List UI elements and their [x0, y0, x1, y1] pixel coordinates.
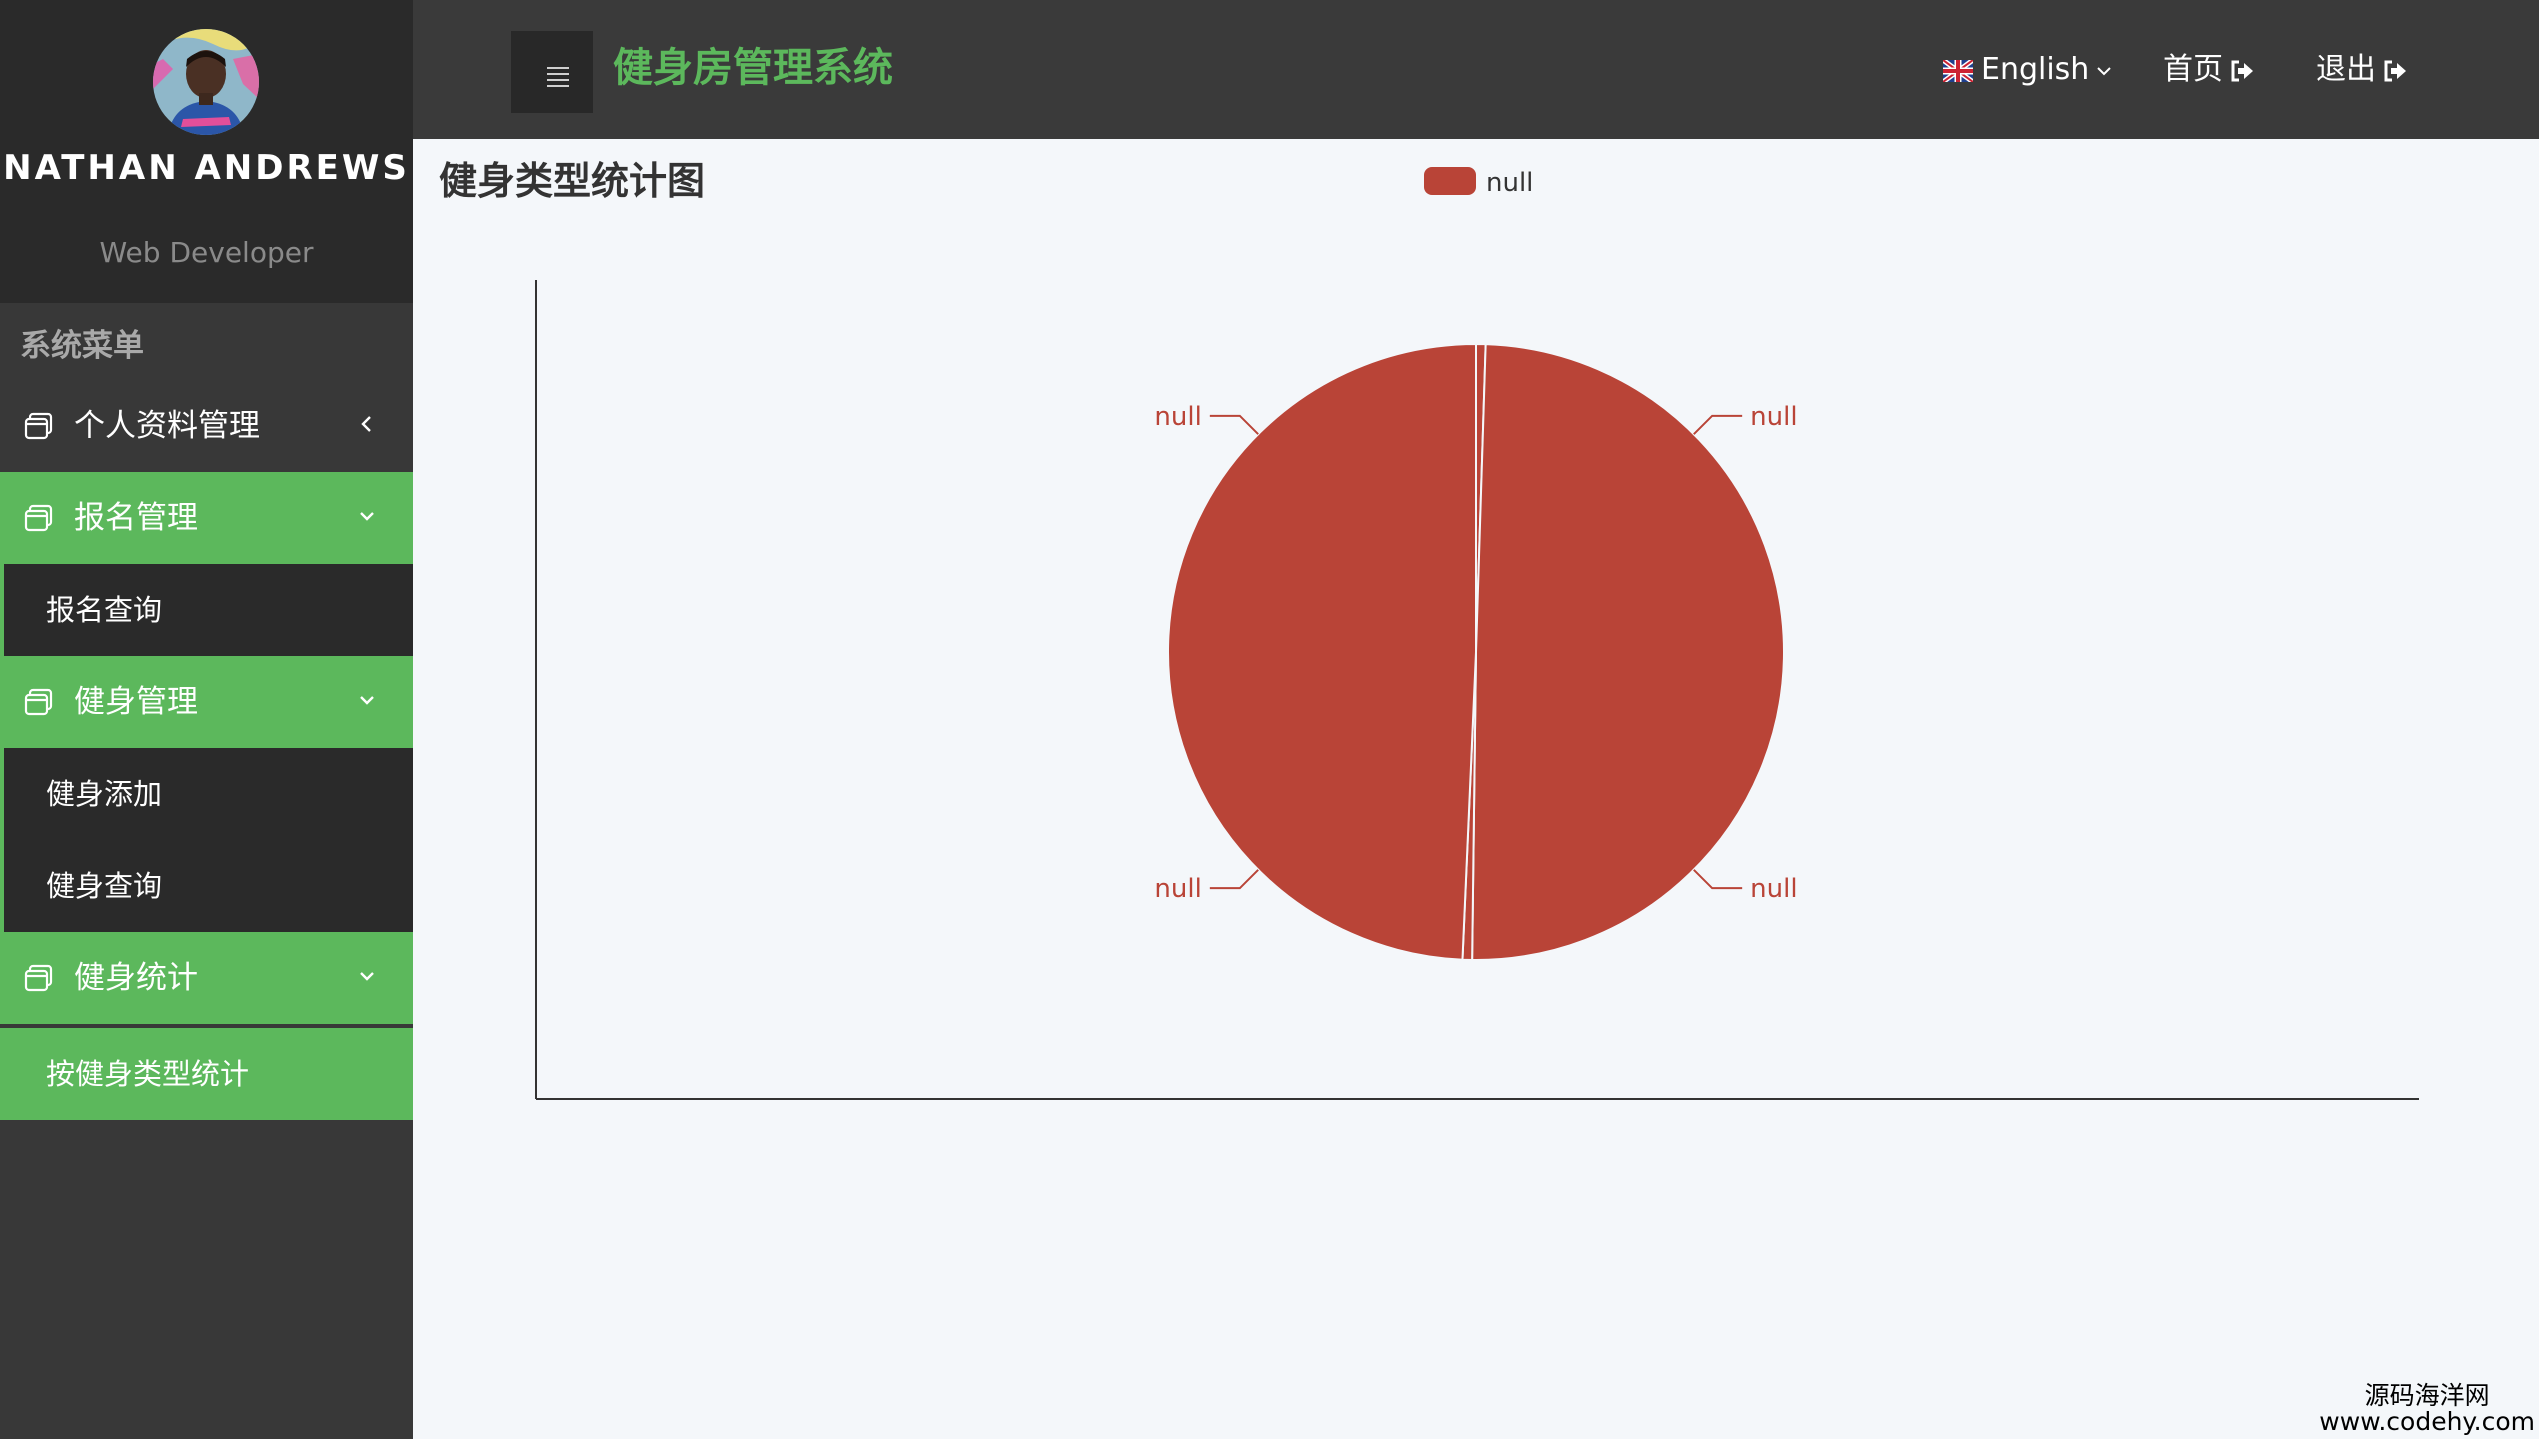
sign-out-icon [2384, 60, 2406, 81]
menu-item-label: 健身管理 [74, 684, 198, 720]
chevron-down-icon [360, 696, 374, 705]
sub-item-label: 报名查询 [46, 593, 163, 627]
avatar[interactable] [153, 29, 259, 135]
slice-label: null [1750, 402, 1797, 432]
legend-label: null [1486, 168, 1533, 198]
language-label: English [1981, 52, 2090, 87]
top-header: 健身房管理系统 English 首页 退出 [413, 0, 2539, 139]
pie-slice [1167, 342, 1477, 961]
sub-item-stats-by-type[interactable]: 按健身类型统计 [0, 1028, 413, 1120]
main-content: 健身类型统计图 null null null null null [413, 139, 2539, 1439]
menu-item-label: 个人资料管理 [74, 408, 260, 444]
chevron-down-icon [2097, 66, 2112, 75]
menu-item-signup-management[interactable]: 报名管理 [0, 472, 413, 564]
chevron-left-icon [361, 416, 371, 432]
slice-label: null [1154, 402, 1201, 432]
menu-item-fitness-statistics[interactable]: 健身统计 [0, 932, 413, 1024]
label-leader-line [1693, 869, 1743, 890]
logout-link[interactable]: 退出 [2316, 50, 2408, 90]
window-icon [24, 688, 53, 716]
menu-item-fitness-management[interactable]: 健身管理 [0, 656, 413, 748]
sub-item-label: 健身添加 [46, 777, 163, 811]
chevron-down-icon [360, 972, 374, 981]
hamburger-icon [547, 67, 569, 87]
uk-flag-icon [1943, 59, 1973, 82]
sub-item-fitness-query[interactable]: 健身查询 [0, 840, 413, 932]
logout-label: 退出 [2316, 52, 2376, 87]
profile-panel: NATHAN ANDREWS Web Developer [0, 0, 413, 303]
menu-toggle-button[interactable] [511, 31, 593, 113]
language-dropdown[interactable]: English [1943, 50, 2113, 90]
slice-label: null [1154, 874, 1201, 904]
watermark: 源码海洋网 www.codehy.com [2319, 1383, 2535, 1435]
home-link[interactable]: 首页 [2163, 50, 2255, 90]
sub-item-signup-query[interactable]: 报名查询 [0, 564, 413, 656]
menu-title: 系统菜单 [20, 328, 144, 364]
sub-item-label: 按健身类型统计 [46, 1057, 250, 1091]
watermark-line1: 源码海洋网 [2364, 1381, 2490, 1410]
label-leader-line [1693, 414, 1743, 435]
avatar-image [153, 29, 259, 135]
window-icon [24, 964, 53, 992]
legend-swatch [1424, 167, 1476, 195]
label-leader-line [1209, 414, 1259, 435]
menu-item-label: 健身统计 [74, 960, 198, 996]
profile-name: NATHAN ANDREWS [3, 148, 410, 188]
sub-item-label: 健身查询 [46, 869, 163, 903]
menu-item-label: 报名管理 [74, 500, 198, 536]
watermark-line2: www.codehy.com [2319, 1407, 2535, 1436]
chevron-down-icon [360, 512, 374, 521]
label-leader-line [1209, 869, 1259, 890]
home-label: 首页 [2163, 52, 2223, 87]
profile-role: Web Developer [99, 236, 314, 269]
sign-out-icon [2231, 60, 2253, 81]
window-icon [24, 412, 53, 440]
menu-item-profile-management[interactable]: 个人资料管理 [0, 380, 413, 472]
pie-chart: null null null null null [535, 167, 2419, 1100]
slice-label: null [1750, 874, 1797, 904]
app-title: 健身房管理系统 [613, 45, 893, 91]
pie-slice [1471, 343, 1785, 961]
sub-item-fitness-add[interactable]: 健身添加 [0, 748, 413, 840]
window-icon [24, 504, 53, 532]
sidebar: NATHAN ANDREWS Web Developer 系统菜单 个人资料管理… [0, 0, 413, 1439]
